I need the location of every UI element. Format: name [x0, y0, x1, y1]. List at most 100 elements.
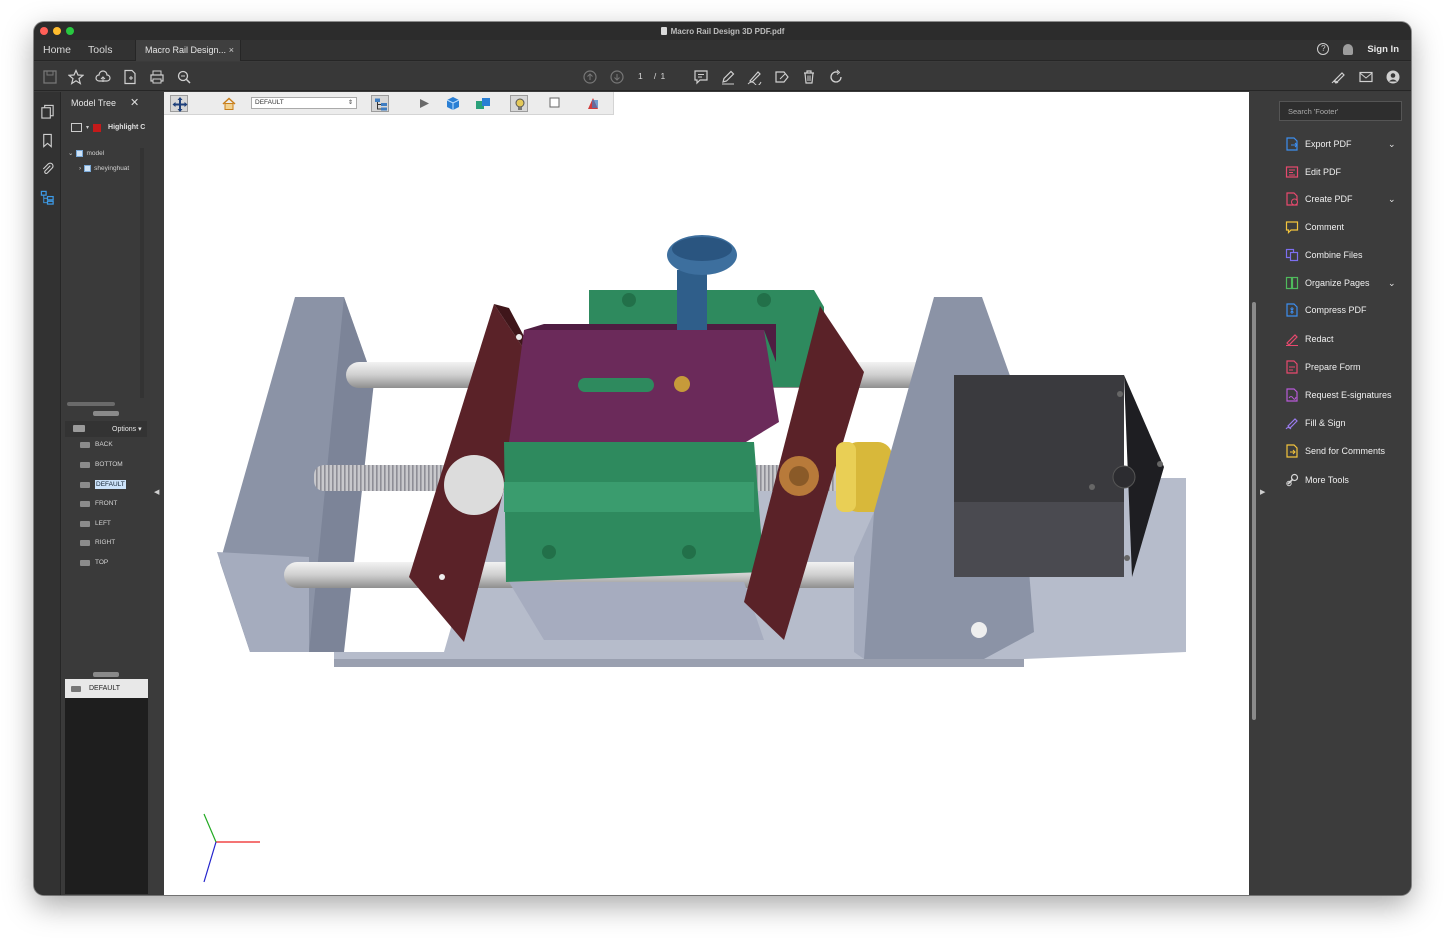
expand-organize-pages-icon[interactable]: ⌄	[1388, 278, 1396, 289]
tool-more-tools[interactable]: More Tools	[1285, 473, 1349, 487]
tree-item-label: sheyinghuat	[94, 165, 130, 172]
options-menu[interactable]: Options ▾	[112, 425, 142, 433]
highlight-pen-icon[interactable]	[720, 69, 736, 85]
tool-label: Create PDF	[1305, 194, 1353, 204]
purple-plate	[509, 324, 779, 442]
view-item-default[interactable]: DEFAULT	[80, 480, 126, 489]
send-for-comments-icon	[1286, 444, 1298, 458]
mail-icon[interactable]	[1358, 69, 1374, 85]
highlight-label[interactable]: Highlight C	[108, 124, 145, 131]
edit-pdf-icon	[1285, 166, 1299, 178]
collapse-right-pane-icon[interactable]: ▶	[1260, 488, 1265, 496]
tool-label: Comment	[1305, 222, 1345, 232]
expand-export-pdf-icon[interactable]: ⌄	[1388, 139, 1396, 150]
view-item-top[interactable]: TOP	[80, 559, 108, 566]
tool-combine-files[interactable]: Combine Files	[1285, 248, 1363, 262]
model-tree-icon[interactable]	[40, 190, 55, 205]
page-thumbnails-icon[interactable]	[40, 104, 55, 119]
tool-export-pdf[interactable]: Export PDF	[1285, 137, 1352, 151]
window-title: Macro Rail Design 3D PDF.pdf	[660, 27, 784, 36]
collapse-chevron-icon[interactable]: ›	[79, 165, 81, 172]
view-label: TOP	[95, 559, 109, 566]
close-tab-button[interactable]: ×	[229, 45, 234, 55]
save-icon[interactable]	[42, 69, 58, 85]
tab-bar: Home Tools Macro Rail Design... × ? Sign…	[34, 40, 1411, 61]
collapse-left-pane-icon[interactable]: ◀	[154, 488, 159, 496]
document-tab[interactable]: Macro Rail Design... ×	[135, 40, 241, 61]
sign-pen-icon[interactable]	[747, 69, 763, 87]
view-item-front[interactable]: FRONT	[80, 500, 117, 507]
tool-send-for-comments[interactable]: Send for Comments	[1285, 444, 1385, 458]
print-icon[interactable]	[149, 69, 165, 85]
sign-in-button[interactable]: Sign In	[1367, 44, 1399, 55]
menu-home[interactable]: Home	[43, 44, 71, 56]
current-view-label: DEFAULT	[89, 685, 120, 692]
view-item-bottom[interactable]: BOTTOM	[80, 461, 123, 468]
tools-search-input[interactable]: Search 'Footer'	[1279, 101, 1402, 121]
tree-item-sheyinghuat[interactable]: › sheyinghuat	[79, 165, 129, 172]
help-icon[interactable]: ?	[1317, 43, 1330, 55]
export-pdf-icon	[1286, 137, 1298, 151]
minimize-window-button[interactable]	[53, 27, 61, 35]
dropdown-caret-icon[interactable]: ▾	[86, 124, 89, 131]
page-indicator[interactable]: 1 / 1	[638, 71, 666, 81]
rotate-icon[interactable]	[828, 69, 844, 85]
fill-sign-icon[interactable]	[1331, 69, 1347, 85]
tool-organize-pages[interactable]: Organize Pages	[1285, 276, 1370, 290]
close-panel-icon[interactable]: ✕	[130, 96, 139, 109]
expand-chevron-icon[interactable]: ⌄	[68, 149, 73, 157]
tool-comment[interactable]: Comment	[1285, 220, 1344, 234]
cloud-upload-icon[interactable]	[95, 69, 111, 85]
previous-page-icon[interactable]	[582, 69, 598, 85]
title-bar: Macro Rail Design 3D PDF.pdf	[34, 22, 1411, 40]
document-scrollbar[interactable]	[1252, 302, 1256, 720]
view-item-back[interactable]: BACK	[80, 441, 113, 448]
list-view-icon[interactable]	[71, 123, 82, 132]
organize-pages-icon	[1285, 276, 1299, 290]
total-pages: / 1	[653, 71, 667, 81]
account-icon[interactable]	[1385, 69, 1401, 85]
tree-item-model[interactable]: ⌄ model	[68, 149, 104, 157]
current-page[interactable]: 1	[638, 71, 644, 81]
bookmark-icon[interactable]	[40, 133, 55, 148]
view-item-left[interactable]: LEFT	[80, 520, 111, 527]
camera-icon	[80, 441, 90, 448]
create-file-icon[interactable]	[122, 69, 138, 85]
tool-create-pdf[interactable]: Create PDF	[1285, 192, 1353, 206]
tree-horizontal-scrollbar[interactable]	[67, 402, 115, 406]
tool-request-esignatures[interactable]: Request E-signatures	[1285, 388, 1392, 402]
3d-model-render[interactable]	[164, 92, 1249, 895]
notification-bell-icon[interactable]	[1343, 43, 1354, 55]
model-tree-panel: Model Tree ✕ ▾ Highlight C ⌄ model › she…	[62, 92, 150, 895]
tool-fill-sign[interactable]: Fill & Sign	[1285, 416, 1346, 430]
document-viewer[interactable]: DEFAULT ⇕	[164, 92, 1249, 895]
current-view-row[interactable]: DEFAULT	[65, 679, 148, 698]
next-page-icon[interactable]	[609, 69, 625, 85]
close-window-button[interactable]	[40, 27, 48, 35]
visibility-checkbox[interactable]	[84, 165, 92, 172]
tool-redact[interactable]: Redact	[1285, 332, 1334, 346]
splitter-grip[interactable]	[93, 411, 119, 416]
views-header: Options ▾	[65, 421, 147, 437]
highlight-color-swatch[interactable]	[93, 123, 102, 132]
star-icon[interactable]	[67, 69, 85, 85]
view-item-right[interactable]: RIGHT	[80, 539, 115, 546]
tool-prepare-form[interactable]: Prepare Form	[1285, 360, 1361, 374]
comment-icon[interactable]	[693, 69, 709, 85]
camera-icon	[71, 685, 81, 692]
zoom-search-icon[interactable]	[176, 69, 192, 85]
visibility-checkbox[interactable]	[76, 149, 84, 157]
expand-create-pdf-icon[interactable]: ⌄	[1388, 194, 1396, 205]
stamp-edit-icon[interactable]	[774, 69, 790, 85]
zoom-window-button[interactable]	[66, 27, 74, 35]
tool-edit-pdf[interactable]: Edit PDF	[1285, 165, 1341, 179]
prepare-form-icon	[1286, 360, 1298, 374]
tool-label: Fill & Sign	[1305, 418, 1346, 428]
menu-tools[interactable]: Tools	[88, 44, 113, 56]
tool-compress-pdf[interactable]: Compress PDF	[1285, 303, 1367, 317]
tool-label: Export PDF	[1305, 139, 1352, 149]
tree-scroll-track[interactable]	[140, 148, 144, 398]
attachment-icon[interactable]	[40, 161, 55, 176]
delete-icon[interactable]	[801, 69, 817, 85]
splitter-grip[interactable]	[93, 672, 119, 677]
